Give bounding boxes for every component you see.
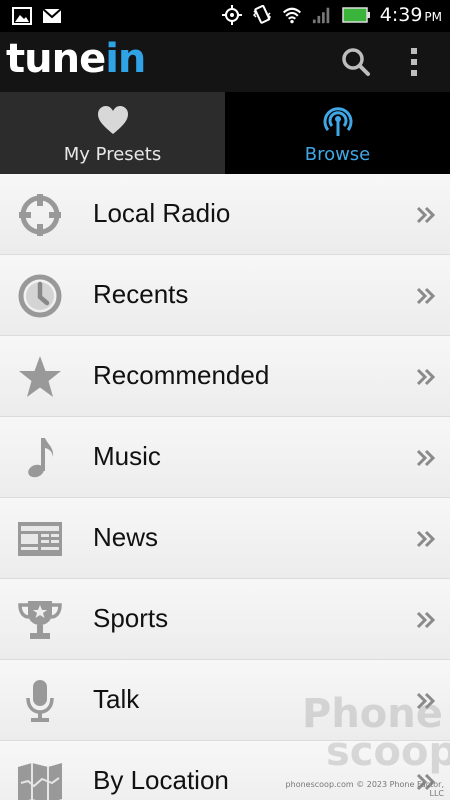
watermark-footer: phonescoop.com © 2023 Phone Factor, LLC — [285, 780, 444, 798]
watermark: Phone scoop phonescoop.com © 2023 Phone … — [274, 691, 450, 798]
trophy-icon — [18, 601, 62, 639]
music-note-icon — [28, 438, 54, 478]
tab-my-presets[interactable]: My Presets — [0, 92, 225, 174]
map-icon — [18, 763, 62, 800]
crosshair-icon — [19, 194, 61, 236]
heart-icon — [97, 106, 128, 134]
chevron-right-icon — [416, 368, 436, 386]
logo-main: tune — [6, 36, 106, 82]
list-item-music[interactable]: Music — [0, 417, 450, 498]
chevron-right-icon — [416, 530, 436, 548]
vibrate-icon — [252, 5, 271, 24]
overflow-menu-icon[interactable] — [404, 46, 424, 78]
list-item-label: By Location — [93, 765, 229, 795]
ampm-text: PM — [424, 10, 442, 24]
list-item-label: Music — [93, 441, 161, 471]
watermark-line1: Phone — [302, 691, 443, 737]
logo-accent: in — [105, 36, 146, 82]
clock-icon — [18, 274, 62, 318]
gmail-icon — [42, 8, 62, 23]
tunein-logo: tunein — [6, 36, 146, 82]
wifi-icon — [282, 7, 301, 24]
time-text: 4:39 — [379, 4, 423, 26]
tab-bar: My Presets Browse — [0, 92, 450, 174]
signal-icon — [312, 7, 330, 24]
newspaper-icon — [18, 522, 62, 556]
list-item-label: Sports — [93, 603, 169, 633]
list-item-local-radio[interactable]: Local Radio — [0, 174, 450, 255]
search-icon[interactable] — [340, 46, 372, 78]
gallery-icon — [12, 7, 32, 25]
list-item-label: Recents — [93, 279, 189, 309]
tab-browse[interactable]: Browse — [225, 92, 450, 174]
chevron-right-icon — [416, 287, 436, 305]
list-item-recents[interactable]: Recents — [0, 255, 450, 336]
app-bar: tunein — [0, 32, 450, 92]
microphone-icon — [26, 680, 54, 722]
chevron-right-icon — [416, 611, 436, 629]
tab-browse-label: Browse — [304, 144, 371, 165]
list-item-sports[interactable]: Sports — [0, 579, 450, 660]
list-item-label: Local Radio — [93, 198, 231, 228]
list-item-label: News — [93, 522, 159, 552]
battery-icon — [341, 7, 370, 23]
star-icon — [19, 356, 61, 397]
watermark-line2: scoop — [326, 729, 450, 775]
browse-list: Local Radio Recents Recommended Music Ne… — [0, 174, 450, 800]
clock: 4:39 PM — [380, 4, 442, 26]
status-bar: 4:39 PM — [0, 0, 450, 32]
chevron-right-icon — [416, 206, 436, 224]
list-item-recommended[interactable]: Recommended — [0, 336, 450, 417]
list-item-label: Talk — [93, 684, 140, 714]
tab-my-presets-label: My Presets — [63, 144, 162, 165]
chevron-right-icon — [416, 449, 436, 467]
broadcast-icon — [323, 107, 352, 136]
gps-icon — [221, 5, 242, 25]
list-item-news[interactable]: News — [0, 498, 450, 579]
list-item-label: Recommended — [93, 360, 270, 390]
